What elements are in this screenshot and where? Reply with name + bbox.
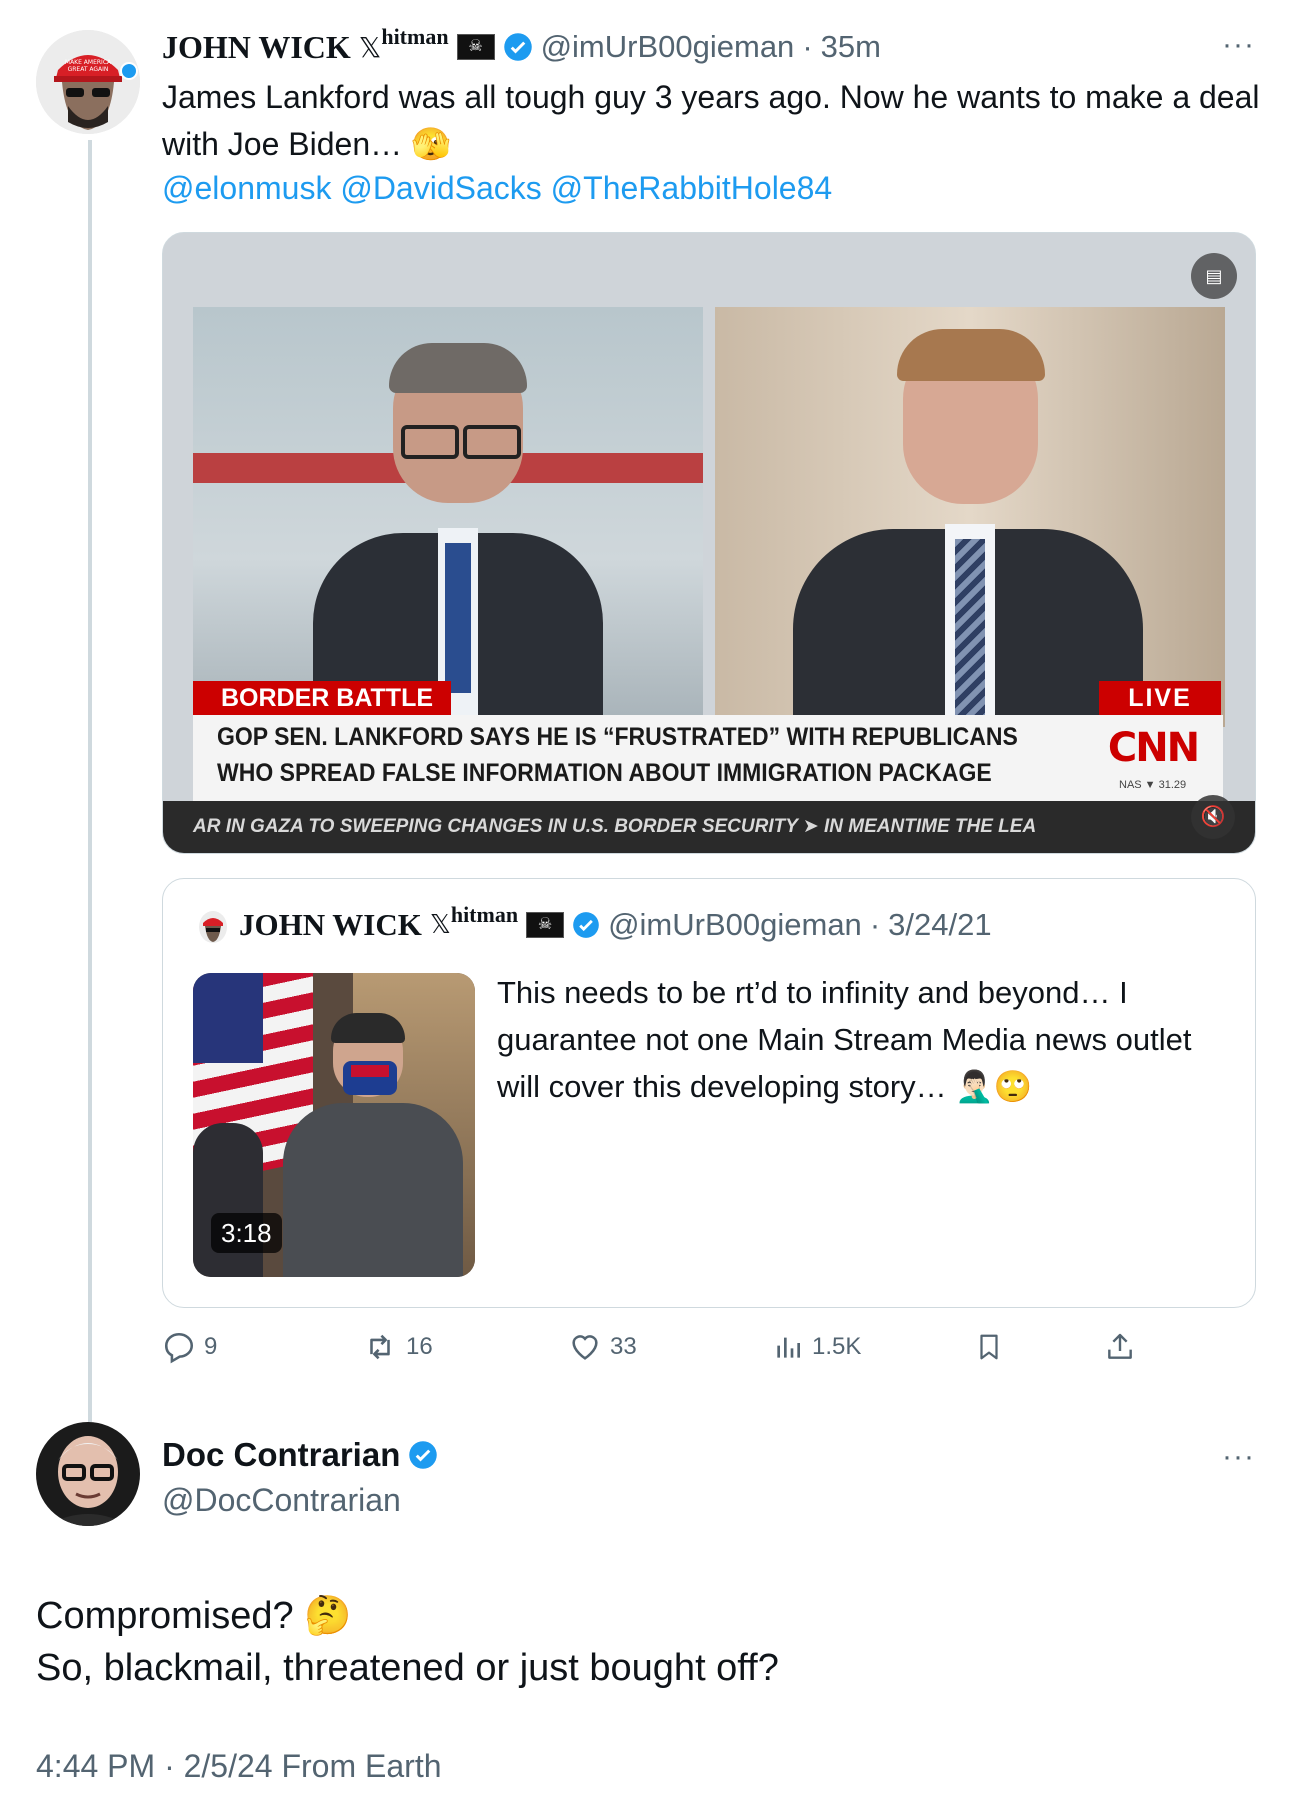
author-handle[interactable]: @imUrB00gieman	[541, 29, 795, 65]
mute-icon[interactable]: 🔇	[1191, 795, 1235, 839]
quoted-video-thumbnail[interactable]: 3:18	[193, 973, 475, 1277]
retweet-count: 16	[406, 1333, 433, 1360]
headline-box: GOP SEN. LANKFORD SAYS HE IS “FRUSTRATED…	[193, 715, 1223, 801]
like-button[interactable]: 33	[568, 1330, 637, 1364]
market-ticker: NAS ▼ 31.29	[1119, 779, 1187, 791]
quoted-author-avatar	[199, 911, 227, 943]
views-count: 1.5K	[812, 1333, 862, 1360]
x-logo-icon: 𝕏	[358, 30, 382, 64]
anchor-figure	[293, 343, 623, 733]
views-chart-icon	[777, 1337, 800, 1358]
tweet-header: JOHN WICK 𝕏 hitman ☠ @imUrB00gieman · 35…	[162, 24, 881, 70]
reply-count: 9	[204, 1333, 218, 1360]
quoted-author-name-suffix: hitman	[450, 902, 519, 927]
reply-icon	[164, 1332, 194, 1364]
header-separator: ·	[802, 29, 813, 64]
pirate-flag-icon: ☠	[456, 34, 495, 60]
quoted-header-separator: ·	[869, 907, 881, 942]
reply-author-handle[interactable]: @DocContrarian	[162, 1478, 401, 1522]
reply-author-name[interactable]: Doc Contrarian	[162, 1436, 400, 1474]
author-name[interactable]: JOHN WICK	[162, 29, 351, 66]
more-options-icon[interactable]: ···	[1222, 30, 1255, 60]
views-button[interactable]: 1.5K	[772, 1330, 861, 1364]
headline-line-2: WHO SPREAD FALSE INFORMATION ABOUT IMMIG…	[217, 759, 992, 787]
news-ticker: AR IN GAZA TO SWEEPING CHANGES IN U.S. B…	[163, 801, 1255, 853]
svg-text:GREAT AGAIN: GREAT AGAIN	[68, 66, 109, 73]
like-count: 33	[610, 1333, 637, 1360]
author-name-suffix: hitman	[381, 24, 449, 49]
verified-badge-small-icon	[120, 62, 138, 80]
reply-text-line-2: So, blackmail, threatened or just bought…	[36, 1647, 779, 1689]
share-icon	[1108, 1333, 1132, 1359]
guest-figure	[773, 329, 1163, 729]
retweet-button[interactable]: 16	[362, 1330, 433, 1364]
bookmark-icon	[980, 1334, 998, 1360]
quoted-author-handle: @imUrB00gieman	[608, 907, 862, 942]
share-button[interactable]	[1104, 1330, 1136, 1364]
author-avatar[interactable]: MAKE AMERICA GREAT AGAIN	[36, 30, 140, 134]
tweet-text: James Lankford was all tough guy 3 years…	[162, 79, 1260, 162]
quoted-x-logo-icon: 𝕏	[429, 910, 451, 940]
headline-line-1: GOP SEN. LANKFORD SAYS HE IS “FRUSTRATED…	[217, 723, 1018, 751]
reply-timestamp[interactable]: 4:44 PM · 2/5/24 From Earth	[36, 1746, 442, 1786]
quoted-tweet-card[interactable]: JOHN WICK 𝕏 hitman ☠ @imUrB00gieman · 3/…	[162, 878, 1256, 1308]
quoted-verified-badge-icon	[573, 912, 599, 938]
tweet-mentions[interactable]: @elonmusk @DavidSacks @TheRabbitHole84	[162, 166, 832, 210]
quoted-tweet-text: This needs to be rt’d to infinity and be…	[497, 975, 1192, 1104]
bookmark-button[interactable]	[974, 1330, 1004, 1364]
quoted-tweet-date: 3/24/21	[888, 907, 992, 942]
reply-text-line-1: Compromised? 🤔	[36, 1595, 352, 1637]
reply-verified-badge-icon	[409, 1441, 438, 1469]
reply-more-options-icon[interactable]: ···	[1222, 1442, 1255, 1472]
thread-connector-line	[88, 140, 92, 1422]
video-duration-badge: 3:18	[211, 1213, 282, 1253]
quoted-author-name: JOHN WICK	[239, 907, 422, 942]
lower-third-label: BORDER BATTLE	[193, 681, 452, 715]
verified-badge-icon	[503, 33, 532, 61]
video-player[interactable]: ▤ BORDER BATTLE LIVE GOP SEN. LANKFORD S…	[162, 232, 1256, 854]
news-ticker-text: AR IN GAZA TO SWEEPING CHANGES IN U.S. B…	[193, 816, 1037, 837]
live-badge: LIVE	[1099, 681, 1221, 715]
heart-icon	[572, 1335, 598, 1360]
reply-button[interactable]: 9	[162, 1330, 217, 1364]
captions-icon[interactable]: ▤	[1191, 253, 1237, 299]
svg-text:MAKE AMERICA: MAKE AMERICA	[65, 59, 112, 66]
quoted-pirate-flag-icon: ☠	[526, 912, 565, 938]
reply-author-header: Doc Contrarian	[162, 1432, 438, 1478]
quoted-tweet-header: JOHN WICK 𝕏 hitman ☠ @imUrB00gieman · 3/…	[239, 902, 992, 945]
tweet-time[interactable]: 35m	[821, 29, 881, 65]
reply-author-avatar[interactable]	[36, 1422, 140, 1526]
cnn-logo: CNN	[1107, 725, 1200, 771]
retweet-icon	[370, 1334, 390, 1360]
